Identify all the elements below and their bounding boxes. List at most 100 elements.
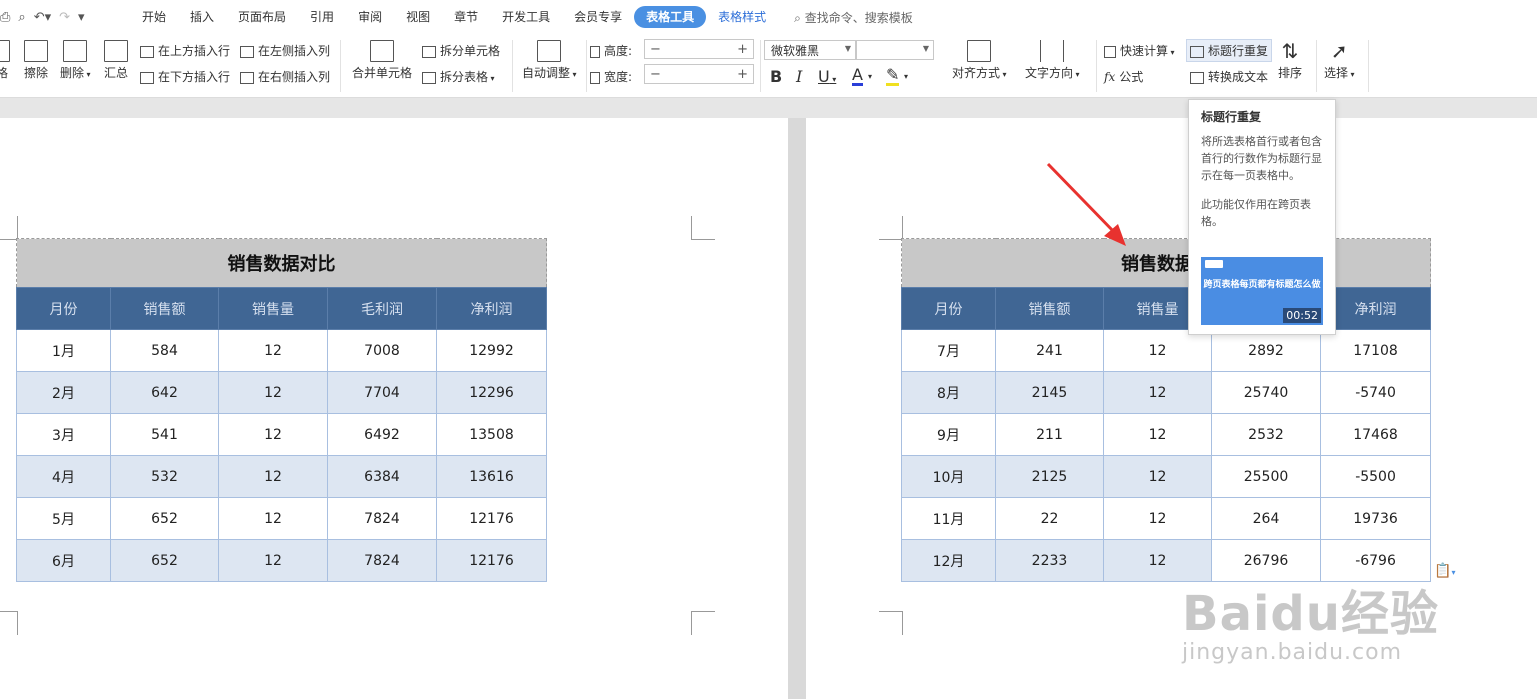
table-cell[interactable]: 541 bbox=[110, 413, 219, 456]
table-cell[interactable]: 22 bbox=[995, 497, 1104, 540]
tab-developer[interactable]: 开发工具 bbox=[490, 6, 562, 28]
select-button[interactable]: ➚ 选择 ▾ bbox=[1324, 40, 1355, 81]
table-cell[interactable]: 8月 bbox=[901, 371, 996, 414]
table-cell[interactable]: 12 bbox=[1103, 329, 1212, 372]
table-cell[interactable]: 12176 bbox=[435, 539, 548, 582]
table-cell[interactable]: -5740 bbox=[1319, 371, 1432, 414]
table-cell[interactable]: 13616 bbox=[435, 455, 548, 498]
table-cell[interactable]: 2月 bbox=[16, 371, 111, 414]
table-cell[interactable]: 11月 bbox=[901, 497, 996, 540]
insert-col-right-button[interactable]: 在右侧插入列 bbox=[240, 68, 330, 85]
table-cell[interactable]: 25740 bbox=[1211, 371, 1321, 414]
merge-cells-button[interactable]: 合并单元格 bbox=[352, 40, 412, 81]
plus-icon[interactable]: + bbox=[737, 67, 748, 82]
table-cell[interactable]: 12992 bbox=[435, 329, 548, 372]
summary-button[interactable]: 汇总 bbox=[104, 40, 128, 81]
table-cell[interactable]: 7824 bbox=[327, 497, 437, 540]
font-color-icon[interactable]: A bbox=[852, 67, 863, 86]
tab-table-style[interactable]: 表格样式 bbox=[706, 6, 778, 28]
undo-icon[interactable]: ↶▾ bbox=[34, 10, 51, 25]
underline-icon[interactable]: U ▾ bbox=[818, 67, 836, 86]
table-cell[interactable]: 25500 bbox=[1211, 455, 1321, 498]
insert-row-below-button[interactable]: 在下方插入行 bbox=[140, 68, 230, 85]
table-cell[interactable]: 12 bbox=[1103, 371, 1212, 414]
tab-review[interactable]: 审阅 bbox=[346, 6, 394, 28]
align-button[interactable]: 对齐方式 ▾ bbox=[952, 40, 1007, 81]
height-stepper[interactable]: − + bbox=[644, 39, 754, 59]
tab-view[interactable]: 视图 bbox=[394, 6, 442, 28]
table-cell[interactable]: 584 bbox=[110, 329, 219, 372]
table-cell[interactable]: 7824 bbox=[327, 539, 437, 582]
header-cell[interactable]: 销售量 bbox=[218, 287, 328, 330]
table-cell[interactable]: 12 bbox=[1103, 413, 1212, 456]
table-cell[interactable]: 211 bbox=[995, 413, 1104, 456]
header-cell[interactable]: 月份 bbox=[16, 287, 111, 330]
table-cell[interactable]: 7704 bbox=[327, 371, 437, 414]
insert-col-left-button[interactable]: 在左侧插入列 bbox=[240, 42, 330, 59]
table-cell[interactable]: 19736 bbox=[1319, 497, 1432, 540]
tab-member[interactable]: 会员专享 bbox=[562, 6, 634, 28]
italic-icon[interactable]: I bbox=[796, 67, 802, 86]
header-cell[interactable]: 净利润 bbox=[435, 287, 548, 330]
table-cell[interactable]: 12296 bbox=[435, 371, 548, 414]
table-cell[interactable]: 12 bbox=[1103, 497, 1212, 540]
table-cell[interactable]: 13508 bbox=[435, 413, 548, 456]
chevron-down-icon[interactable]: ▾ bbox=[904, 72, 908, 81]
header-cell[interactable]: 月份 bbox=[901, 287, 996, 330]
delete-button[interactable]: 删除 ▾ bbox=[60, 40, 91, 81]
insert-row-above-button[interactable]: 在上方插入行 bbox=[140, 42, 230, 59]
table-title[interactable]: 销售数据对比 bbox=[15, 238, 548, 288]
table-cell[interactable]: 4月 bbox=[16, 455, 111, 498]
tab-section[interactable]: 章节 bbox=[442, 6, 490, 28]
table-cell[interactable]: 264 bbox=[1211, 497, 1321, 540]
table-cell[interactable]: 12 bbox=[218, 455, 328, 498]
redo-icon[interactable]: ↷ bbox=[59, 10, 70, 25]
table-cell[interactable]: 6492 bbox=[327, 413, 437, 456]
table-cell[interactable]: 12 bbox=[218, 413, 328, 456]
table-cell[interactable]: 2532 bbox=[1211, 413, 1321, 456]
font-name-select[interactable]: 微软雅黑 ▼ bbox=[764, 40, 856, 60]
table-cell[interactable]: -5500 bbox=[1319, 455, 1432, 498]
split-table-button[interactable]: 拆分表格 ▾ bbox=[422, 68, 495, 85]
table-cell[interactable]: 12月 bbox=[901, 539, 996, 582]
chevron-down-icon[interactable]: ▾ bbox=[868, 72, 872, 81]
convert-to-text-button[interactable]: 转换成文本 bbox=[1190, 68, 1268, 85]
table-cell[interactable]: 10月 bbox=[901, 455, 996, 498]
table-cell[interactable]: 3月 bbox=[16, 413, 111, 456]
draw-table-button[interactable]: 格 bbox=[0, 40, 10, 81]
table-cell[interactable]: 642 bbox=[110, 371, 219, 414]
table-cell[interactable]: 2125 bbox=[995, 455, 1104, 498]
tab-start[interactable]: 开始 bbox=[130, 6, 178, 28]
table-cell[interactable]: 2892 bbox=[1211, 329, 1321, 372]
header-cell[interactable]: 销售额 bbox=[995, 287, 1104, 330]
table-title[interactable]: 销售数据对 bbox=[900, 238, 1432, 288]
table-cell[interactable]: 12 bbox=[218, 329, 328, 372]
table-cell[interactable]: 12176 bbox=[435, 497, 548, 540]
tab-page-layout[interactable]: 页面布局 bbox=[226, 6, 298, 28]
autofit-button[interactable]: 自动调整 ▾ bbox=[522, 40, 577, 81]
highlight-icon[interactable]: ✎ bbox=[886, 67, 900, 86]
table-cell[interactable]: 1月 bbox=[16, 329, 111, 372]
header-cell[interactable]: 销售额 bbox=[110, 287, 219, 330]
formula-button[interactable]: fx 公式 bbox=[1104, 68, 1143, 85]
tab-references[interactable]: 引用 bbox=[298, 6, 346, 28]
table-cell[interactable]: 7008 bbox=[327, 329, 437, 372]
bold-icon[interactable]: B bbox=[770, 67, 782, 86]
print-preview-icon[interactable]: ⌕ bbox=[18, 10, 25, 25]
table-cell[interactable]: 12 bbox=[1103, 455, 1212, 498]
sort-button[interactable]: ⇅ 排序 bbox=[1278, 40, 1302, 81]
font-size-select[interactable]: ▼ bbox=[856, 40, 934, 60]
erase-button[interactable]: 擦除 bbox=[24, 40, 48, 81]
header-cell[interactable]: 毛利润 bbox=[327, 287, 437, 330]
table-cell[interactable]: 5月 bbox=[16, 497, 111, 540]
command-search[interactable]: ⌕ 查找命令、搜索模板 bbox=[794, 9, 913, 26]
width-stepper[interactable]: − + bbox=[644, 64, 754, 84]
quick-calc-button[interactable]: 快速计算 ▾ bbox=[1104, 42, 1175, 59]
table-cell[interactable]: 2233 bbox=[995, 539, 1104, 582]
repeat-header-button[interactable]: 标题行重复 bbox=[1186, 39, 1273, 62]
table-cell[interactable]: 7月 bbox=[901, 329, 996, 372]
table-cell[interactable]: 652 bbox=[110, 539, 219, 582]
print-icon[interactable]: ⎙ bbox=[0, 10, 10, 25]
table-cell[interactable]: 12 bbox=[218, 371, 328, 414]
table-cell[interactable]: 532 bbox=[110, 455, 219, 498]
